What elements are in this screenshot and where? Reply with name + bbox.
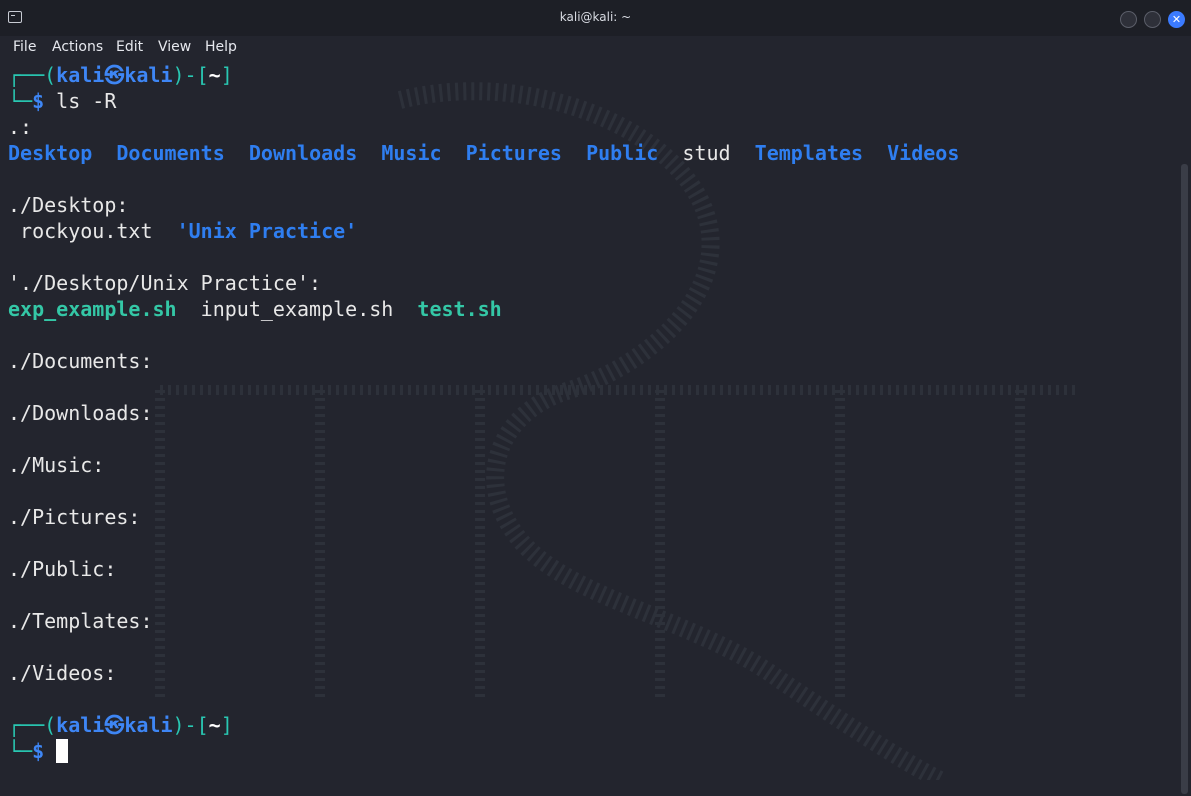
terminal-output[interactable]: ┌──(kali㉿kali)-[~] └─$ ls -R .: Desktop … — [0, 62, 1178, 796]
menu-bar: File Actions Edit View Help — [0, 36, 1191, 58]
dir-templates: Templates — [754, 141, 864, 165]
file-rockyou: rockyou.txt — [20, 219, 153, 243]
menu-edit[interactable]: Edit — [116, 39, 143, 55]
output-unix-listing: exp_example.sh input_example.sh test.sh — [8, 296, 502, 322]
dir-desktop: Desktop — [8, 141, 93, 165]
output-downloads-header: ./Downloads: — [8, 401, 153, 425]
output-documents-header: ./Documents: — [8, 349, 153, 373]
command-text: ls -R — [44, 89, 117, 113]
output-public-header: ./Public: — [8, 557, 117, 581]
output-root-listing: Desktop Documents Downloads Music Pictur… — [8, 140, 959, 166]
close-icon: ✕ — [1171, 13, 1182, 26]
prompt-line-input[interactable]: └─$ — [8, 738, 69, 764]
dir-unix-practice: 'Unix Practice' — [176, 219, 358, 243]
file-input-example: input_example.sh — [200, 297, 394, 321]
dir-downloads: Downloads — [248, 141, 358, 165]
exec-test: test.sh — [417, 297, 502, 321]
dir-music: Music — [381, 141, 442, 165]
output-root-header: .: — [8, 115, 33, 139]
maximize-button[interactable] — [1144, 11, 1161, 28]
menu-help[interactable]: Help — [205, 39, 237, 55]
window-title: kali@kali: ~ — [559, 10, 632, 24]
output-unix-header: './Desktop/Unix Practice': — [8, 271, 322, 295]
prompt-line-command: └─$ ls -R — [8, 89, 117, 113]
output-videos-header: ./Videos: — [8, 661, 117, 685]
output-music-header: ./Music: — [8, 453, 105, 477]
output-desktop-header: ./Desktop: — [8, 193, 129, 217]
dir-pictures: Pictures — [465, 141, 562, 165]
title-bar[interactable]: kali@kali: ~ ✕ — [0, 0, 1191, 37]
output-desktop-listing: rockyou.txt 'Unix Practice' — [8, 218, 357, 244]
terminal-window: kali@kali: ~ ✕ File Actions Edit View He… — [0, 0, 1191, 796]
text-cursor — [56, 739, 69, 763]
minimize-button[interactable] — [1120, 11, 1137, 28]
exec-exp-example: exp_example.sh — [8, 297, 177, 321]
menu-actions[interactable]: Actions — [52, 39, 103, 55]
file-stud: stud — [682, 141, 731, 165]
output-templates-header: ./Templates: — [8, 609, 153, 633]
prompt-line-top-2: ┌──(kali㉿kali)-[~] — [8, 713, 233, 737]
dir-public: Public — [586, 141, 659, 165]
prompt-line-top: ┌──(kali㉿kali)-[~] — [8, 63, 233, 87]
output-pictures-header: ./Pictures: — [8, 505, 141, 529]
dir-videos: Videos — [887, 141, 960, 165]
menu-file[interactable]: File — [13, 39, 36, 55]
scrollbar[interactable] — [1181, 164, 1188, 794]
menu-view[interactable]: View — [158, 39, 191, 55]
dir-documents: Documents — [116, 141, 225, 165]
close-button[interactable]: ✕ — [1168, 11, 1185, 28]
